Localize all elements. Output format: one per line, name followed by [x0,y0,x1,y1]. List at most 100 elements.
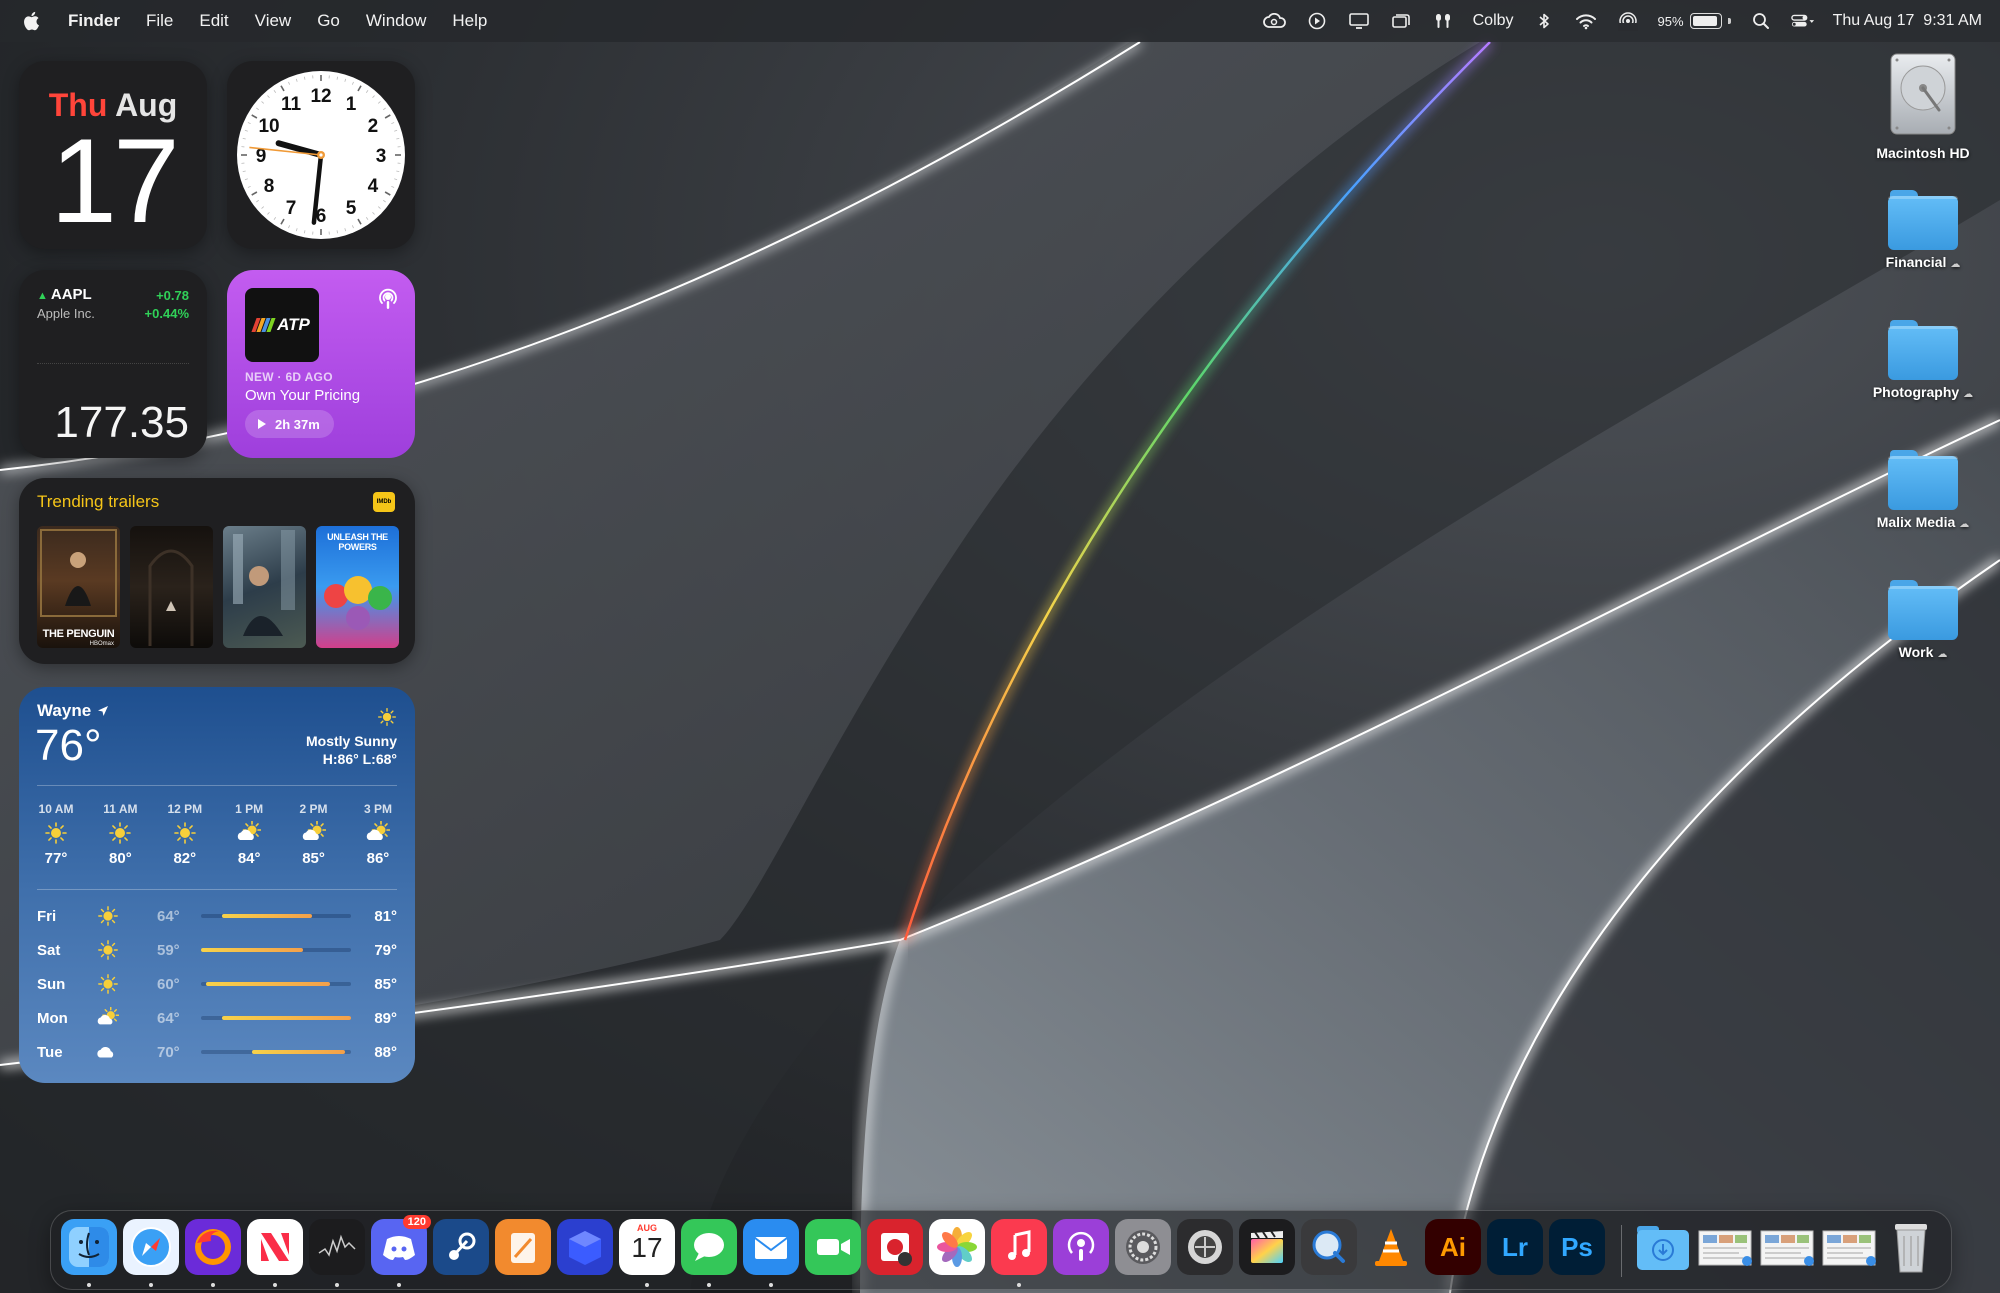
creative-cloud-icon[interactable] [1262,10,1287,32]
display-icon[interactable] [1347,10,1371,32]
final-cut-icon[interactable] [1239,1219,1295,1275]
weather-current-temp: 76° [35,721,102,770]
control-center-icon[interactable] [1790,10,1815,32]
downloads-folder-icon[interactable] [1635,1219,1691,1275]
imdb-trailers-widget[interactable]: Trending trailers IMDb THE PENGUIN HBOma… [19,478,415,664]
screen-mirroring-icon[interactable] [1389,10,1413,32]
screenshot-stack-2[interactable] [1759,1219,1815,1275]
bluetooth-icon[interactable] [1532,10,1556,32]
calendar-widget[interactable]: Thu Aug 17 [19,61,207,249]
trailer-poster[interactable] [130,526,213,648]
menu-app-finder[interactable]: Finder [68,11,120,31]
screenshot-stack-1[interactable] [1697,1219,1753,1275]
photoshop-icon[interactable]: Ps [1549,1219,1605,1275]
day-high: 79° [374,941,397,959]
partly-cloudy-icon [97,1007,119,1025]
desktop-folder-work[interactable]: Work ☁ [1848,578,1998,660]
firefox-icon[interactable] [185,1219,241,1287]
divider [37,785,397,786]
temp-range-fill [252,1050,345,1054]
battery-icon[interactable]: 95% [1658,13,1731,29]
podcasts-widget[interactable]: ATP NEW · 6D AGO Own Your Pricing 2h 37m [227,270,415,458]
facetime-icon[interactable] [805,1219,861,1275]
pages-icon[interactable] [495,1219,551,1275]
day-high: 89° [374,1009,397,1027]
quicktime-icon[interactable] [1301,1219,1357,1275]
discord-icon[interactable]: 120 [371,1215,431,1287]
weather-widget[interactable]: Wayne 76° Mostly Sunny H:86° L:68° 10 AM… [19,687,415,1083]
podcast-play-button[interactable]: 2h 37m [245,410,334,438]
menu-clock[interactable]: Thu Aug 17 9:31 AM [1833,12,1982,30]
user-name[interactable]: Colby [1473,12,1514,30]
running-indicator [149,1283,153,1287]
photo-booth-icon[interactable] [867,1219,923,1275]
daily-forecast: Fri 64° 81° Sat 59° 79° Sun 60° 85° Mon 64° 89° Tue 7… [37,899,397,1069]
poster-art [148,549,194,646]
trailer-poster[interactable]: UNLEASH THE POWERS [316,526,399,648]
menu-help[interactable]: Help [452,11,487,31]
menu-file[interactable]: File [146,11,173,31]
menu-window[interactable]: Window [366,11,426,31]
poster-title: UNLEASH THE POWERS [327,532,388,552]
desktop-folder-financial[interactable]: Financial ☁ [1848,188,1998,270]
desktop-item-macintosh-hd[interactable]: Macintosh HD [1848,52,1998,161]
folder-icon [1888,448,1958,510]
trailers-title: Trending trailers [37,492,160,511]
trash-icon[interactable] [1883,1219,1939,1275]
stocks-widget[interactable]: ▲ AAPL Apple Inc. +0.78 +0.44% 177.35 [19,270,207,458]
apple-menu-icon[interactable] [22,9,44,33]
news-icon[interactable] [247,1219,303,1287]
vlc-icon[interactable] [1363,1219,1419,1275]
airpods-icon[interactable] [1431,10,1455,32]
location-arrow-icon [98,706,109,716]
spotlight-icon[interactable] [1749,10,1773,32]
day-low: 70° [157,1043,180,1061]
stocks-icon[interactable] [309,1219,365,1287]
desktop-folder-photography[interactable]: Photography ☁ [1848,318,1998,400]
daily-forecast-row: Sat 59° 79° [37,933,397,967]
sun-icon [173,822,196,844]
play-icon[interactable] [1305,10,1329,32]
lightroom-icon[interactable]: Lr [1487,1219,1543,1275]
clock-number: 1 [346,94,357,115]
hour-temp: 77° [44,850,68,867]
screenshot-stack-3[interactable] [1821,1219,1877,1275]
box-icon[interactable] [557,1219,613,1275]
airdrop-icon[interactable] [1616,10,1640,32]
clock-widget[interactable]: 12 1 2 3 4 5 6 7 8 9 10 11 [227,61,415,249]
music-icon[interactable] [991,1219,1047,1287]
daily-forecast-row: Tue 70° 88° [37,1035,397,1069]
clock-number: 10 [258,116,279,137]
menu-view[interactable]: View [255,11,292,31]
poster-network: HBOmax [89,641,114,647]
trailer-poster[interactable] [223,526,306,648]
menu-go[interactable]: Go [317,11,340,31]
desktop-folder-malix-media[interactable]: Malix Media ☁ [1848,448,1998,530]
podcast-meta: NEW · 6D AGO [245,370,333,384]
mail-icon[interactable] [743,1219,799,1287]
podcast-episode-title: Own Your Pricing [245,387,361,404]
finder-icon[interactable] [61,1219,117,1287]
steam-icon[interactable] [433,1219,489,1275]
podcast-artwork-text: ATP [277,315,310,334]
menu-edit[interactable]: Edit [199,11,228,31]
messages-icon[interactable] [681,1219,737,1287]
daily-forecast-row: Fri 64° 81° [37,899,397,933]
sun-icon [45,822,67,844]
battery-percent: 95% [1657,13,1684,29]
illustrator-icon[interactable]: Ai [1425,1219,1481,1275]
podcasts-icon[interactable] [1053,1219,1109,1275]
wifi-icon[interactable] [1574,10,1598,32]
trailer-poster[interactable]: THE PENGUIN HBOmax [37,526,120,648]
stock-chart-baseline [37,363,189,364]
safari-icon[interactable] [123,1219,179,1287]
clock-number: 7 [286,198,297,219]
system-settings-icon[interactable] [1115,1219,1171,1275]
compressor-icon[interactable] [1177,1219,1233,1275]
hour-temp: 86° [366,850,390,867]
calendar-icon[interactable]: AUG 17 [619,1219,675,1287]
photos-icon[interactable] [929,1219,985,1275]
podcast-artwork[interactable]: ATP [245,288,319,362]
day-name: Mon [37,1009,68,1027]
clock-number: 2 [368,116,379,137]
